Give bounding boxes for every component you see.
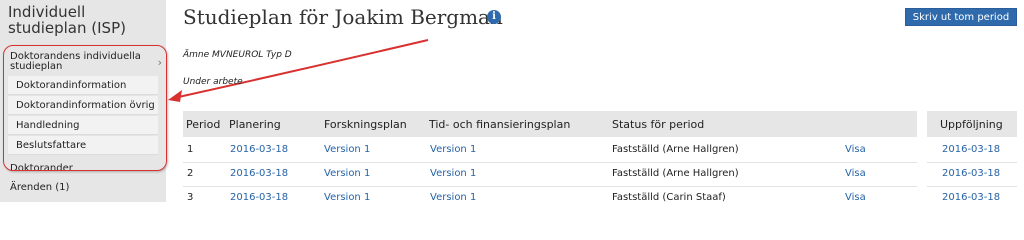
sidebar-item-doktorandinformation[interactable]: Doktorandinformation	[8, 76, 158, 95]
chevron-right-icon: ›	[157, 56, 162, 69]
cell-status: Fastställd (Carin Staaf)	[612, 192, 726, 203]
link-tidplan[interactable]: Version 1	[430, 144, 476, 155]
column-header-status: Status för period	[612, 118, 705, 131]
column-header-uppfoljning: Uppföljning	[940, 118, 1003, 131]
sidebar-item-label: Doktorandens individuella studieplan	[10, 51, 141, 72]
link-planering[interactable]: 2016-03-18	[230, 144, 288, 155]
link-visa[interactable]: Visa	[845, 192, 866, 203]
link-visa[interactable]: Visa	[845, 168, 866, 179]
status-text: Under arbete	[183, 77, 243, 87]
sidebar-item-doktorander[interactable]: Doktorander	[10, 162, 176, 176]
row-divider	[183, 162, 917, 163]
link-tidplan[interactable]: Version 1	[430, 192, 476, 203]
cell-period: 1	[187, 144, 194, 155]
link-forskningsplan[interactable]: Version 1	[324, 192, 370, 203]
row-divider	[927, 186, 1017, 187]
link-uppfoljning[interactable]: 2016-03-18	[942, 144, 1000, 155]
print-empty-period-button[interactable]: Skriv ut tom period	[905, 8, 1017, 26]
sidebar-item-beslutsfattare[interactable]: Beslutsfattare	[8, 136, 158, 155]
link-forskningsplan[interactable]: Version 1	[324, 168, 370, 179]
sidebar-item-arenden[interactable]: Ärenden (1)	[10, 181, 176, 195]
cell-period: 3	[187, 192, 194, 203]
cell-status: Fastställd (Arne Hallgren)	[612, 168, 739, 179]
page-title: Studieplan för Joakim Bergman	[183, 5, 503, 29]
annotation-arrow	[168, 39, 429, 102]
row-divider	[927, 162, 1017, 163]
column-header-planering: Planering	[229, 118, 281, 131]
row-divider	[183, 186, 917, 187]
sidebar-item-handledning[interactable]: Handledning	[8, 116, 158, 135]
link-forskningsplan[interactable]: Version 1	[324, 144, 370, 155]
link-tidplan[interactable]: Version 1	[430, 168, 476, 179]
link-planering[interactable]: 2016-03-18	[230, 168, 288, 179]
sidebar-title: Individuell studieplan (ISP)	[8, 3, 126, 37]
link-planering[interactable]: 2016-03-18	[230, 192, 288, 203]
link-uppfoljning[interactable]: 2016-03-18	[942, 168, 1000, 179]
column-header-period: Period	[186, 118, 221, 131]
column-header-tidplan: Tid- och finansieringsplan	[429, 118, 571, 131]
link-visa[interactable]: Visa	[845, 144, 866, 155]
sidebar: Individuell studieplan (ISP) Doktoranden…	[0, 0, 166, 202]
link-uppfoljning[interactable]: 2016-03-18	[942, 192, 1000, 203]
cell-status: Fastställd (Arne Hallgren)	[612, 144, 739, 155]
column-header-forskningsplan: Forskningsplan	[324, 118, 407, 131]
sidebar-item-doktorandinformation-ovrig[interactable]: Doktorandinformation övrig	[8, 96, 158, 115]
sidebar-item-isp[interactable]: Doktorandens individuella studieplan ›	[10, 51, 162, 72]
subject-info: Ämne MVNEUROL Typ D	[183, 50, 292, 60]
cell-period: 2	[187, 168, 194, 179]
info-icon[interactable]: i	[487, 10, 501, 24]
